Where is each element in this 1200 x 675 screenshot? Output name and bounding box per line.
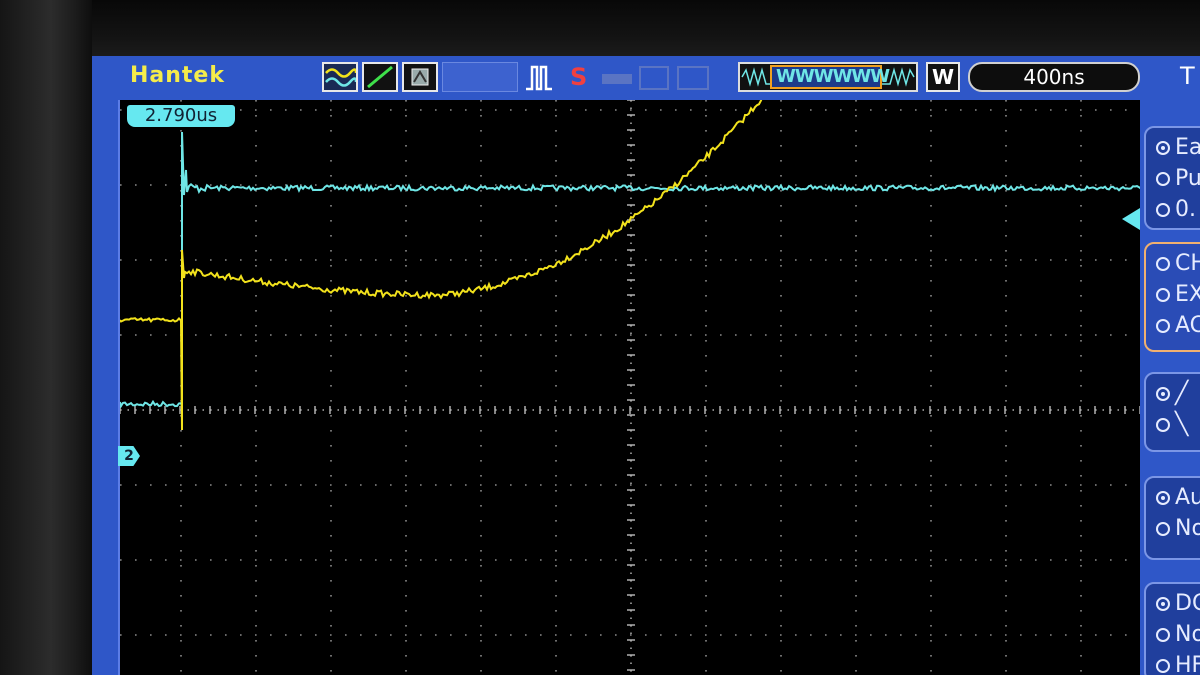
radio-icon: [1156, 522, 1170, 536]
timebase-display[interactable]: 400ns: [968, 62, 1140, 92]
side-item-pulse[interactable]: Pu: [1156, 163, 1200, 194]
side-item-label: Ea: [1175, 135, 1200, 160]
side-panel-title: T: [1180, 62, 1195, 90]
memory-window-label: WWWWWW: [776, 66, 890, 87]
side-item-other[interactable]: 0.: [1156, 194, 1200, 225]
radio-icon: [1156, 288, 1170, 302]
side-item-edge[interactable]: Ea: [1156, 132, 1200, 163]
side-group-slope: ╱ ╲: [1144, 372, 1200, 452]
radio-icon: [1156, 659, 1170, 673]
disabled-toolbar-icons: [600, 64, 720, 92]
radio-icon: [1156, 172, 1170, 186]
side-item-noise[interactable]: No: [1156, 619, 1200, 650]
side-item-rising[interactable]: ╱: [1156, 378, 1200, 409]
trigger-side-panel: T Ea Pu 0. CH EX AC ╱ ╲ Au No DC No HF: [1122, 56, 1200, 675]
cursor-time-readout: 2.790us: [127, 105, 235, 127]
side-item-label: No: [1175, 622, 1200, 647]
monitor-bezel-left: [0, 0, 92, 675]
radio-selected-icon: [1156, 597, 1170, 611]
stop-indicator: S: [570, 63, 588, 91]
radio-selected-icon: [1156, 491, 1170, 505]
side-item-ext[interactable]: EX: [1156, 279, 1200, 310]
top-toolbar: Hantek S WWWWWW W 400ns: [92, 56, 1142, 98]
side-item-label: AC: [1175, 313, 1200, 338]
persistence-mode-icon[interactable]: [402, 62, 438, 92]
side-item-normal[interactable]: No: [1156, 513, 1200, 544]
side-group-sweep: Au No: [1144, 476, 1200, 560]
radio-icon: [1156, 203, 1170, 217]
radio-icon: [1156, 628, 1170, 642]
side-item-ac[interactable]: AC: [1156, 310, 1200, 341]
waveform-plot[interactable]: 2: [118, 100, 1142, 675]
memory-view-window[interactable]: WWWWWW: [770, 65, 890, 89]
side-group-coupling: DC No HF: [1144, 582, 1200, 675]
waveform-canvas: [120, 100, 1142, 675]
side-item-label: Pu: [1175, 166, 1200, 191]
side-item-label: EX: [1175, 282, 1200, 307]
side-item-label: Au: [1175, 485, 1200, 510]
radio-selected-icon: [1156, 387, 1170, 401]
waveform-mode-icon[interactable]: [322, 62, 358, 92]
channel-1-trace: [120, 100, 763, 431]
oscilloscope-screen: Hantek S WWWWWW W 400ns 2 2.790us T Ea P…: [92, 56, 1200, 675]
window-mode-button[interactable]: W: [926, 62, 960, 92]
brand-logo: Hantek: [130, 63, 225, 88]
radio-icon: [1156, 257, 1170, 271]
side-item-dc[interactable]: DC: [1156, 588, 1200, 619]
radio-selected-icon: [1156, 141, 1170, 155]
channel-2-trace: [120, 131, 1142, 409]
monitor-bezel-top: [0, 0, 1200, 56]
side-item-label: DC: [1175, 591, 1200, 616]
side-item-label: No: [1175, 516, 1200, 541]
side-group-source: CH EX AC: [1144, 242, 1200, 352]
radio-icon: [1156, 418, 1170, 432]
run-state-indicator: [442, 62, 518, 92]
side-item-label: ╲: [1175, 412, 1189, 437]
side-item-label: 0.: [1175, 197, 1196, 222]
side-item-label: ╱: [1175, 381, 1189, 406]
memory-depth-bar[interactable]: WWWWWW: [738, 62, 918, 92]
side-item-falling[interactable]: ╲: [1156, 409, 1200, 440]
side-group-mode: Ea Pu 0.: [1144, 126, 1200, 230]
trigger-level-marker[interactable]: [1122, 208, 1140, 230]
radio-icon: [1156, 319, 1170, 333]
side-item-ch[interactable]: CH: [1156, 248, 1200, 279]
vector-mode-icon[interactable]: [362, 62, 398, 92]
side-item-hf[interactable]: HF: [1156, 650, 1200, 675]
side-item-label: CH: [1175, 251, 1200, 276]
side-item-auto[interactable]: Au: [1156, 482, 1200, 513]
pulse-trigger-icon[interactable]: [524, 62, 554, 92]
side-item-label: HF: [1175, 653, 1200, 675]
